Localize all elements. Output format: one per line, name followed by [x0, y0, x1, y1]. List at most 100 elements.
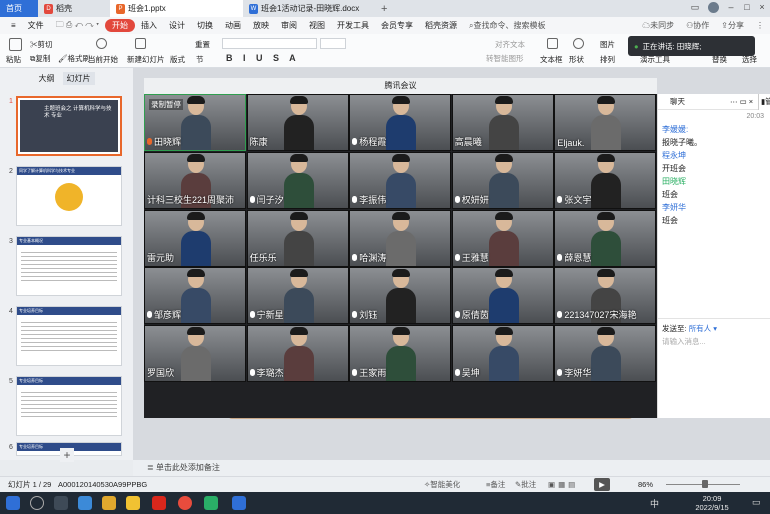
- search-command[interactable]: ⌕查找命令、搜索模板: [463, 20, 551, 31]
- send-to-select[interactable]: 所有人 ▾: [689, 324, 717, 333]
- reset-button[interactable]: 重置: [195, 39, 210, 50]
- chat-input[interactable]: 请输入消息...: [662, 336, 706, 347]
- folder-icon[interactable]: [102, 496, 116, 510]
- add-slide-button[interactable]: +: [60, 448, 74, 462]
- tab-slides[interactable]: 幻灯片: [62, 71, 95, 85]
- participant-tile[interactable]: 杨程霞: [349, 94, 452, 151]
- cut-button[interactable]: ✂剪切: [30, 39, 53, 50]
- tab-ppt-file[interactable]: P 班会1.pptx: [110, 0, 243, 17]
- menu-insert[interactable]: 插入: [135, 20, 163, 31]
- notes-toggle-button[interactable]: ≡备注: [486, 477, 505, 492]
- font-name-select[interactable]: [222, 38, 317, 49]
- textbox-button[interactable]: 文本框: [540, 54, 563, 65]
- menu-start[interactable]: 开始: [105, 19, 136, 32]
- shape-icon[interactable]: [573, 38, 584, 49]
- menu-animation[interactable]: 动画: [219, 20, 247, 31]
- ime-indicator[interactable]: 中: [650, 497, 659, 510]
- file-explorer-icon[interactable]: [126, 496, 140, 510]
- wps-icon[interactable]: [152, 496, 166, 510]
- avatar[interactable]: [708, 2, 719, 13]
- shape-button[interactable]: 形状: [569, 54, 584, 65]
- play-icon[interactable]: [96, 38, 107, 49]
- textbox-icon[interactable]: [547, 38, 558, 49]
- zoom-slider-thumb[interactable]: [702, 480, 708, 488]
- slide-thumbnail[interactable]: 专业培养目标: [16, 376, 122, 436]
- font-size-select[interactable]: [320, 38, 346, 49]
- align-text-button[interactable]: 对齐文本: [495, 39, 525, 50]
- convert-smartart-button[interactable]: 转智能图形: [486, 53, 524, 64]
- new-slide-icon[interactable]: [135, 38, 146, 49]
- notes-bar[interactable]: ≣ 单击此处添加备注: [133, 460, 770, 476]
- font-style-buttons[interactable]: B I U S A: [226, 53, 300, 63]
- paste-icon[interactable]: [9, 38, 22, 51]
- menu-transition[interactable]: 切换: [191, 20, 219, 31]
- participant-tile[interactable]: 原倩茵: [451, 267, 554, 325]
- play-slideshow-button[interactable]: ▶: [594, 478, 610, 491]
- task-view-icon[interactable]: [54, 496, 68, 510]
- layout-icon[interactable]: ▭: [690, 2, 700, 12]
- notification-icon[interactable]: ▭: [752, 497, 761, 508]
- participant-tile[interactable]: 高晨曦: [451, 94, 554, 151]
- slide-thumbnail[interactable]: 主题班会之 计算机科学与技术 专业: [16, 96, 122, 156]
- menu-review[interactable]: 审阅: [275, 20, 303, 31]
- wechat-icon[interactable]: [204, 496, 218, 510]
- participant-tile[interactable]: 哈渊涛: [349, 209, 452, 267]
- browser-icon[interactable]: [78, 496, 92, 510]
- participant-tile[interactable]: 田晓辉 录制暂停: [144, 94, 246, 151]
- windows-start-icon[interactable]: [6, 496, 20, 510]
- participant-tile[interactable]: 张文宇: [554, 151, 657, 209]
- share-button[interactable]: ⇪分享: [715, 20, 750, 31]
- arrange-button[interactable]: 排列: [600, 54, 615, 65]
- participant-tile[interactable]: 李璐杰: [246, 325, 349, 383]
- participant-tile[interactable]: 任乐乐: [246, 209, 349, 267]
- menu-view[interactable]: 视图: [303, 20, 331, 31]
- participant-tile[interactable]: 雷元助: [144, 209, 246, 267]
- participant-tile[interactable]: 李振伟: [349, 151, 452, 209]
- minimize-icon[interactable]: –: [726, 2, 736, 12]
- participant-tile[interactable]: 权妍妍: [451, 151, 554, 209]
- participant-tile[interactable]: 刘钰: [349, 267, 452, 325]
- menu-file[interactable]: 文件: [22, 20, 50, 31]
- tencent-meeting-icon[interactable]: [232, 496, 246, 510]
- search-icon[interactable]: [30, 496, 44, 510]
- paste-button[interactable]: 粘贴: [6, 54, 21, 65]
- participant-tile[interactable]: 陈康: [246, 94, 349, 151]
- add-tab-button[interactable]: +: [378, 0, 394, 17]
- quick-access-icons[interactable]: 🗀 ⎙ ↶ ↷ ▾: [50, 19, 105, 33]
- slide-thumbnail[interactable]: 专业培养目标: [16, 306, 122, 366]
- participant-tile[interactable]: 计科三校生221周聚沛: [144, 151, 246, 209]
- menu-design[interactable]: 设计: [163, 20, 191, 31]
- participant-tile[interactable]: 李妍华: [554, 325, 657, 383]
- copy-button[interactable]: ⧉复制: [30, 53, 50, 64]
- participant-tile[interactable]: 王家雨: [349, 325, 452, 383]
- menu-member[interactable]: 会员专享: [375, 20, 419, 31]
- participant-tile[interactable]: Eljauk.: [554, 94, 657, 151]
- close-icon[interactable]: ×: [757, 2, 767, 12]
- tab-home[interactable]: 首页: [0, 0, 38, 17]
- slide-thumbnail[interactable]: 同学了解计算机科学与技术专业: [16, 166, 122, 226]
- tab-docer[interactable]: D 稻壳: [38, 0, 110, 17]
- smart-beautify-button[interactable]: ✧智能美化: [424, 477, 460, 492]
- picture-button[interactable]: 图片: [600, 39, 615, 50]
- participant-tile[interactable]: 吴坤: [451, 325, 554, 383]
- new-slide-button[interactable]: 新建幻灯片: [127, 54, 165, 65]
- tab-outline[interactable]: 大纲: [39, 73, 55, 84]
- view-mode-buttons[interactable]: ▣▦▤: [548, 477, 578, 492]
- menu-docer-resources[interactable]: 稻壳资源: [419, 20, 463, 31]
- tab-word-file[interactable]: W 班会1活动记录-田晓辉.docx: [243, 0, 373, 17]
- participant-tile[interactable]: 薛恩慧: [554, 209, 657, 267]
- maximize-icon[interactable]: □: [742, 2, 752, 12]
- collab-button[interactable]: ⚇协作: [680, 20, 715, 31]
- chrome-icon[interactable]: [178, 496, 192, 510]
- comments-button[interactable]: ✎批注: [515, 477, 536, 492]
- participant-tile[interactable]: 221347027宋海艳: [554, 267, 657, 325]
- from-current-button[interactable]: 当前开始: [88, 54, 118, 65]
- section-button[interactable]: 节: [196, 54, 204, 65]
- format-painter-button[interactable]: 🖌格式刷: [58, 53, 90, 64]
- participant-tile[interactable]: 宁新星: [246, 267, 349, 325]
- unsync-button[interactable]: ☁未同步: [636, 20, 680, 31]
- hamburger-icon[interactable]: ≡: [5, 21, 22, 30]
- participant-tile[interactable]: 闫子汐: [246, 151, 349, 209]
- more-icon[interactable]: ⋮: [750, 21, 770, 30]
- slide-thumbnail[interactable]: 专业基本概况: [16, 236, 122, 296]
